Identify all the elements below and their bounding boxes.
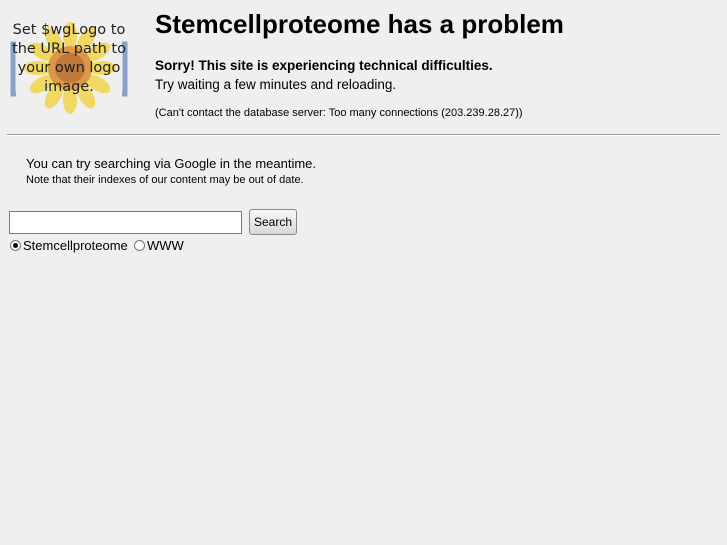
radio-option-site[interactable]: Stemcellproteome [10, 238, 128, 253]
radio-site-label: Stemcellproteome [23, 238, 128, 253]
google-index-note: Note that their indexes of our content m… [26, 174, 304, 186]
site-logo: Set $wgLogo to the URL path to your own … [8, 16, 130, 116]
radio-www-label: WWW [147, 238, 184, 253]
page-title: Stemcellproteome has a problem [155, 9, 564, 39]
horizontal-divider [7, 134, 720, 136]
search-input[interactable] [9, 211, 242, 234]
logo-placeholder-text: Set $wgLogo to the URL path to your own … [12, 22, 126, 95]
google-search-message: You can try searching via Google in the … [26, 156, 317, 171]
search-button[interactable]: Search [249, 209, 297, 235]
error-heading: Sorry! This site is experiencing technic… [155, 58, 493, 73]
error-detail: (Can't contact the database server: Too … [155, 107, 523, 119]
radio-www-button[interactable] [134, 240, 145, 251]
radio-option-www[interactable]: WWW [134, 238, 184, 253]
radio-site-button[interactable] [10, 240, 21, 251]
retry-message: Try waiting a few minutes and reloading. [155, 77, 397, 92]
